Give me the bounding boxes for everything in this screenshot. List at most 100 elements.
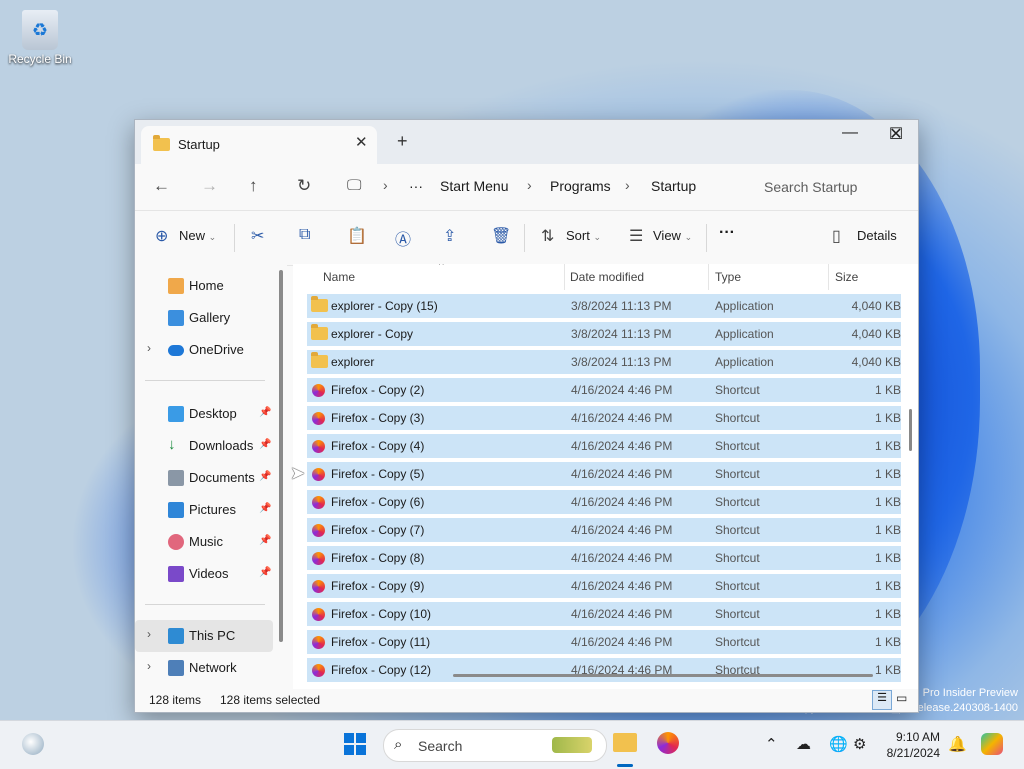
table-row[interactable]: Firefox - Copy (10) 4/16/2024 4:46 PM Shor… <box>307 602 901 626</box>
nav-item-this-pc[interactable]: › This PC <box>135 620 273 652</box>
nav-item-downloads[interactable]: ↓ Downloads 📌 <box>135 430 273 462</box>
back-arrow-icon[interactable]: ← <box>153 176 170 196</box>
view-button[interactable]: View ⌄ <box>653 228 692 243</box>
nav-scrollbar[interactable] <box>279 270 283 642</box>
table-row[interactable]: Firefox - Copy (3) 4/16/2024 4:46 PM Short… <box>307 406 901 430</box>
tab-startup[interactable]: Startup ✕ <box>141 126 377 164</box>
table-row[interactable]: Firefox - Copy (4) 4/16/2024 4:46 PM Short… <box>307 434 901 458</box>
file-name: Firefox - Copy (9) <box>331 579 425 593</box>
table-row[interactable]: Firefox - Copy (9) 4/16/2024 4:46 PM Short… <box>307 574 901 598</box>
tiles-view-icon[interactable]: ▭ <box>896 691 907 705</box>
delete-icon[interactable]: 🗑 <box>491 226 511 246</box>
nav-item-gallery[interactable]: Gallery <box>135 302 273 334</box>
tab-close-icon[interactable]: ✕ <box>355 133 368 151</box>
title-bar: Startup ✕ + — ☐ <box>135 120 918 164</box>
search-input[interactable]: Search Startup <box>764 179 857 195</box>
horizontal-scrollbar[interactable] <box>453 674 873 677</box>
new-tab-icon[interactable]: + <box>397 131 408 152</box>
column-header-name[interactable]: Name <box>323 270 355 296</box>
file-type: Shortcut <box>715 551 760 565</box>
breadcrumb-startup[interactable]: Startup <box>651 178 696 194</box>
cut-icon[interactable]: ✂ <box>251 226 264 246</box>
date-modified: 3/8/2024 11:13 PM <box>571 299 672 313</box>
refresh-icon[interactable]: ↻ <box>297 176 311 196</box>
nav-item-home[interactable]: Home <box>135 270 273 302</box>
column-header-type[interactable]: Type <box>715 270 741 296</box>
nav-item-onedrive[interactable]: › OneDrive <box>135 334 273 366</box>
nav-item-music[interactable]: Music 📌 <box>135 526 273 558</box>
file-size: 4,040 KB <box>851 299 901 313</box>
minimize-button[interactable]: — <box>827 124 873 142</box>
details-button[interactable]: Details <box>857 228 897 243</box>
start-button[interactable] <box>344 733 366 755</box>
recycle-bin-desktop-icon[interactable]: ♻ Recycle Bin <box>6 8 74 66</box>
pin-icon: 📌 <box>259 567 272 578</box>
firefox-taskbar-icon[interactable] <box>657 732 679 754</box>
recycle-bin-icon: ♻ <box>22 10 58 50</box>
breadcrumb-programs[interactable]: Programs <box>550 178 611 194</box>
column-divider <box>564 264 565 290</box>
monitor-icon[interactable]: 🖵 <box>347 177 361 194</box>
table-row[interactable]: explorer - Copy 3/8/2024 11:13 PM Applicat… <box>307 322 901 346</box>
close-button[interactable]: ✕ <box>873 124 919 144</box>
chevron-right-icon[interactable]: › <box>527 177 532 193</box>
table-row[interactable]: Firefox - Copy (8) 4/16/2024 4:46 PM Short… <box>307 546 901 570</box>
file-size: 1 KB <box>874 523 901 537</box>
widgets-icon[interactable] <box>22 733 44 755</box>
chevron-right-icon[interactable]: › <box>147 659 151 673</box>
chevron-right-icon[interactable]: › <box>147 627 151 641</box>
network-globe-icon[interactable]: 🌐 <box>829 735 848 753</box>
onedrive-icon[interactable]: ☁ <box>796 735 811 753</box>
date-modified: 4/16/2024 4:46 PM <box>571 635 673 649</box>
firefox-shortcut-icon <box>312 608 325 621</box>
table-row[interactable]: Firefox - Copy (6) 4/16/2024 4:46 PM Short… <box>307 490 901 514</box>
nav-item-videos[interactable]: Videos 📌 <box>135 558 273 590</box>
rename-icon[interactable]: Ⓐ <box>395 226 411 250</box>
file-list-scrollbar[interactable] <box>909 409 912 451</box>
new-button[interactable]: New ⌄ <box>179 228 216 243</box>
forward-arrow-icon[interactable]: → <box>201 176 218 196</box>
file-explorer-taskbar-icon[interactable] <box>613 733 637 752</box>
table-row[interactable]: Firefox - Copy (7) 4/16/2024 4:46 PM Short… <box>307 518 901 542</box>
nav-item-network[interactable]: › Network <box>135 652 273 684</box>
download-arrow-icon: ↓ <box>168 436 176 453</box>
clock[interactable]: 9:10 AM 8/21/2024 <box>880 729 940 761</box>
details-view-icon[interactable]: ☰ <box>872 690 892 710</box>
notification-bell-icon[interactable]: 🔔 <box>948 735 967 753</box>
copy-icon[interactable]: ⧉ <box>299 226 310 244</box>
file-name: Firefox - Copy (10) <box>331 607 432 621</box>
column-divider <box>828 264 829 290</box>
file-size: 1 KB <box>874 411 901 425</box>
table-row[interactable]: explorer 3/8/2024 11:13 PM Application 4,04… <box>307 350 901 374</box>
search-box[interactable]: Search Startup <box>747 170 917 203</box>
sort-button[interactable]: Sort ⌄ <box>566 228 601 243</box>
table-row[interactable]: Firefox - Copy (11) 4/16/2024 4:46 PM Shor… <box>307 630 901 654</box>
date-modified: 4/16/2024 4:46 PM <box>571 439 673 453</box>
nav-item-desktop[interactable]: Desktop 📌 <box>135 398 273 430</box>
more-options-button[interactable]: ··· <box>719 224 735 242</box>
share-icon[interactable]: ⇪ <box>443 226 456 246</box>
nav-item-documents[interactable]: Documents 📌 <box>135 462 273 494</box>
table-row[interactable]: Firefox - Copy (5) 4/16/2024 4:46 PM Short… <box>307 462 901 486</box>
file-type: Shortcut <box>715 411 760 425</box>
chevron-down-icon: ⌄ <box>208 232 217 242</box>
table-row[interactable]: explorer - Copy (15) 3/8/2024 11:13 PM App… <box>307 294 901 318</box>
nav-item-pictures[interactable]: Pictures 📌 <box>135 494 273 526</box>
chevron-right-icon[interactable]: › <box>383 177 388 193</box>
column-header-size[interactable]: Size <box>835 270 858 296</box>
breadcrumb-start-menu[interactable]: Start Menu <box>440 178 508 194</box>
date-modified: 4/16/2024 4:46 PM <box>571 551 673 565</box>
file-size: 1 KB <box>874 467 901 481</box>
breadcrumb-more[interactable]: ··· <box>409 178 423 194</box>
chevron-right-icon[interactable]: › <box>147 341 151 355</box>
chevron-up-icon[interactable]: ⌃ <box>765 735 778 753</box>
copilot-icon[interactable] <box>981 733 1003 755</box>
up-arrow-icon[interactable]: ↑ <box>249 176 258 196</box>
accessibility-icon[interactable]: ⚙ <box>853 735 866 753</box>
taskbar-search[interactable]: ⌕ Search <box>383 729 607 762</box>
column-header-date[interactable]: Date modified <box>570 270 644 296</box>
table-row[interactable]: Firefox - Copy (2) 4/16/2024 4:46 PM Short… <box>307 378 901 402</box>
paste-icon[interactable]: 📋 <box>347 226 367 246</box>
chevron-right-icon[interactable]: › <box>625 177 630 193</box>
table-row[interactable]: Firefox - Copy (12) 4/16/2024 4:46 PM Shor… <box>307 658 901 682</box>
